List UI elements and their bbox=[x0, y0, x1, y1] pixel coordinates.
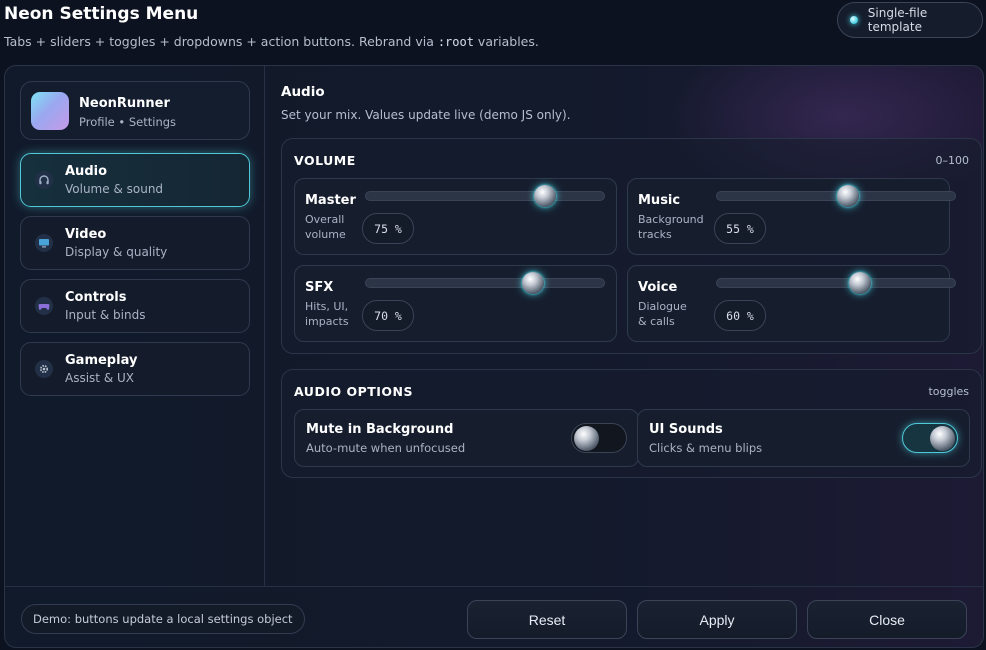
volume-slider-music[interactable] bbox=[716, 185, 956, 207]
headphones-icon bbox=[35, 171, 53, 189]
sidebar-item-sub: Volume & sound bbox=[65, 182, 164, 196]
monitor-icon bbox=[35, 234, 53, 252]
slider-knob[interactable] bbox=[521, 272, 544, 294]
sidebar-item-sub: Assist & UX bbox=[65, 371, 134, 385]
volume-section-title: VOLUME bbox=[294, 153, 356, 168]
slider-label: SFX bbox=[305, 280, 334, 295]
slider-card-voice: Voice Dialogue & calls 60 % bbox=[627, 265, 956, 342]
toggle-label: UI Sounds bbox=[649, 422, 723, 437]
volume-slider-master[interactable] bbox=[365, 185, 605, 207]
slider-knob[interactable] bbox=[836, 185, 859, 207]
sidebar-item-audio[interactable]: Audio Volume & sound bbox=[20, 153, 250, 207]
template-badge: Single-file template bbox=[837, 2, 983, 38]
footer-divider bbox=[5, 586, 983, 587]
toggle-card-ui-sounds: UI Sounds Clicks & menu blips bbox=[637, 409, 970, 467]
slider-knob[interactable] bbox=[848, 272, 871, 294]
page-title: Audio bbox=[281, 84, 325, 100]
sidebar-item-video[interactable]: Video Display & quality bbox=[20, 216, 250, 270]
toggle-description: Clicks & menu blips bbox=[649, 441, 763, 455]
sidebar-item-label: Audio bbox=[65, 164, 108, 179]
slider-value: 55 % bbox=[714, 213, 766, 244]
slider-label: Music bbox=[638, 193, 681, 208]
toggle-label: Mute in Background bbox=[306, 422, 454, 437]
slider-description: Dialogue & calls bbox=[638, 300, 687, 328]
sidebar-item-label: Video bbox=[65, 227, 107, 242]
sidebar-item-controls[interactable]: Controls Input & binds bbox=[20, 279, 250, 333]
slider-card-music: Music Background tracks 55 % bbox=[627, 178, 956, 255]
sidebar-item-label: Gameplay bbox=[65, 353, 138, 368]
slider-knob[interactable] bbox=[533, 185, 556, 207]
sidebar: NeonRunner Profile • Settings Audio Volu… bbox=[5, 66, 265, 586]
profile-card: NeonRunner Profile • Settings bbox=[20, 81, 250, 140]
close-button[interactable]: Close bbox=[807, 600, 967, 639]
audio-options-meta: toggles bbox=[928, 385, 969, 398]
sidebar-item-sub: Display & quality bbox=[65, 245, 168, 259]
page-subtitle: Set your mix. Values update live (demo J… bbox=[281, 108, 571, 122]
settings-panel: NeonRunner Profile • Settings Audio Volu… bbox=[4, 65, 984, 648]
toggle-card-mute-background: Mute in Background Auto-mute when unfocu… bbox=[294, 409, 639, 467]
slider-card-master: Master Overall volume 75 % bbox=[294, 178, 617, 255]
gamepad-icon bbox=[35, 297, 53, 315]
ui-sounds-toggle[interactable] bbox=[902, 423, 958, 453]
volume-range-label: 0–100 bbox=[935, 154, 970, 167]
app-subtitle: Tabs + sliders + toggles + dropdowns + a… bbox=[4, 34, 539, 49]
avatar bbox=[31, 92, 69, 130]
sidebar-item-gameplay[interactable]: Gameplay Assist & UX bbox=[20, 342, 250, 396]
gear-icon bbox=[35, 360, 53, 378]
toggle-description: Auto-mute when unfocused bbox=[306, 441, 466, 455]
footer-note: Demo: buttons update a local settings ob… bbox=[21, 604, 305, 634]
audio-options-section: AUDIO OPTIONS toggles Mute in Background… bbox=[281, 369, 982, 478]
slider-label: Master bbox=[305, 193, 356, 208]
toggle-knob bbox=[930, 426, 955, 451]
reset-button[interactable]: Reset bbox=[467, 600, 627, 639]
status-dot-icon bbox=[850, 16, 858, 24]
slider-description: Background tracks bbox=[638, 213, 704, 241]
template-badge-label: Single-file template bbox=[867, 6, 928, 34]
app-title: Neon Settings Menu bbox=[4, 4, 199, 24]
volume-slider-sfx[interactable] bbox=[365, 272, 605, 294]
sidebar-item-label: Controls bbox=[65, 290, 127, 305]
slider-description: Overall volume bbox=[305, 213, 346, 241]
slider-value: 70 % bbox=[362, 300, 414, 331]
volume-slider-voice[interactable] bbox=[716, 272, 956, 294]
slider-value: 75 % bbox=[362, 213, 414, 244]
volume-section: VOLUME 0–100 Master Overall volume 75 % … bbox=[281, 138, 982, 354]
slider-card-sfx: SFX Hits, UI, impacts 70 % bbox=[294, 265, 617, 342]
slider-description: Hits, UI, impacts bbox=[305, 300, 349, 328]
audio-options-title: AUDIO OPTIONS bbox=[294, 384, 413, 399]
toggle-knob bbox=[574, 426, 599, 451]
mute-background-toggle[interactable] bbox=[571, 423, 627, 453]
apply-button[interactable]: Apply bbox=[637, 600, 797, 639]
root-code: :root bbox=[437, 35, 474, 49]
profile-subtitle: Profile • Settings bbox=[79, 115, 177, 129]
slider-label: Voice bbox=[638, 280, 678, 295]
profile-name: NeonRunner bbox=[79, 96, 170, 111]
sidebar-item-sub: Input & binds bbox=[65, 308, 146, 322]
slider-value: 60 % bbox=[714, 300, 766, 331]
